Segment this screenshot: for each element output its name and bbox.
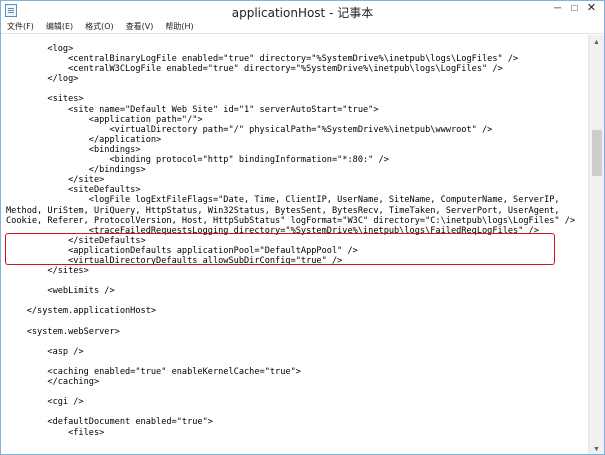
text-line[interactable]: <system.webServer> [6,327,589,337]
text-line[interactable]: </siteDefaults> [6,236,589,246]
text-content[interactable]: <log> <centralBinaryLogFile enabled="tru… [1,35,589,438]
text-line[interactable]: <webLimits /> [6,286,589,296]
text-line[interactable]: <siteDefaults> [6,185,589,195]
text-line[interactable]: <centralW3CLogFile enabled="true" direct… [6,64,589,74]
window-controls: ─ □ ✕ [549,2,600,15]
text-line[interactable]: </caching> [6,377,589,387]
minimize-button[interactable]: ─ [549,2,566,15]
notepad-window: applicationHost - 记事本 ─ □ ✕ 文件(F) 编辑(E) … [0,0,605,455]
text-line[interactable]: <applicationDefaults applicationPool="De… [6,246,589,256]
text-line[interactable]: <site name="Default Web Site" id="1" ser… [6,105,589,115]
scroll-thumb[interactable] [592,130,602,176]
text-line[interactable]: Method, UriStem, UriQuery, HttpStatus, W… [6,206,589,216]
text-line[interactable]: <caching enabled="true" enableKernelCach… [6,367,589,377]
text-line[interactable]: <cgi /> [6,397,589,407]
text-line[interactable]: </application> [6,135,589,145]
scroll-down-arrow-icon[interactable]: ▼ [589,442,604,454]
maximize-button[interactable]: □ [566,2,583,15]
text-line[interactable] [6,357,589,367]
text-line[interactable]: <defaultDocument enabled="true"> [6,417,589,427]
text-line[interactable] [6,84,589,94]
text-line[interactable]: <bindings> [6,145,589,155]
text-line[interactable] [6,296,589,306]
text-line[interactable] [6,337,589,347]
close-button[interactable]: ✕ [583,2,600,15]
text-line[interactable]: </site> [6,175,589,185]
text-line[interactable]: </system.applicationHost> [6,306,589,316]
window-title: applicationHost - 记事本 [231,6,374,20]
title-bar[interactable]: applicationHost - 记事本 ─ □ ✕ [1,1,604,20]
text-line[interactable]: <files> [6,428,589,438]
text-line[interactable]: </sites> [6,266,589,276]
text-line[interactable]: <virtualDirectory path="/" physicalPath=… [6,125,589,135]
vertical-scrollbar[interactable]: ▲ ▼ [588,35,604,454]
text-line[interactable] [6,317,589,327]
menu-file[interactable]: 文件(F) [7,20,34,33]
text-line[interactable] [6,276,589,286]
menu-help[interactable]: 帮助(H) [165,20,193,33]
text-line[interactable]: <centralBinaryLogFile enabled="true" dir… [6,54,589,64]
text-line[interactable]: <sites> [6,94,589,104]
text-line[interactable]: Cookie, Referer, ProtocolVersion, Host, … [6,216,589,226]
text-line[interactable] [6,387,589,397]
text-line[interactable] [6,407,589,417]
text-line[interactable]: <application path="/"> [6,115,589,125]
text-line[interactable]: <binding protocol="http" bindingInformat… [6,155,589,165]
text-line[interactable]: <asp /> [6,347,589,357]
text-line[interactable]: <traceFailedRequestsLogging directory="%… [6,226,589,236]
menu-bar: 文件(F) 编辑(E) 格式(O) 查看(V) 帮助(H) [1,20,604,34]
text-line[interactable]: <logFile logExtFileFlags="Date, Time, Cl… [6,195,589,205]
text-editor[interactable]: <log> <centralBinaryLogFile enabled="tru… [1,35,589,454]
menu-format[interactable]: 格式(O) [85,20,114,33]
menu-view[interactable]: 查看(V) [126,20,154,33]
text-line[interactable]: </bindings> [6,165,589,175]
text-line[interactable]: <log> [6,44,589,54]
text-line[interactable]: <virtualDirectoryDefaults allowSubDirCon… [6,256,589,266]
text-line[interactable]: </log> [6,74,589,84]
scroll-up-arrow-icon[interactable]: ▲ [589,35,604,49]
menu-edit[interactable]: 编辑(E) [46,20,73,33]
